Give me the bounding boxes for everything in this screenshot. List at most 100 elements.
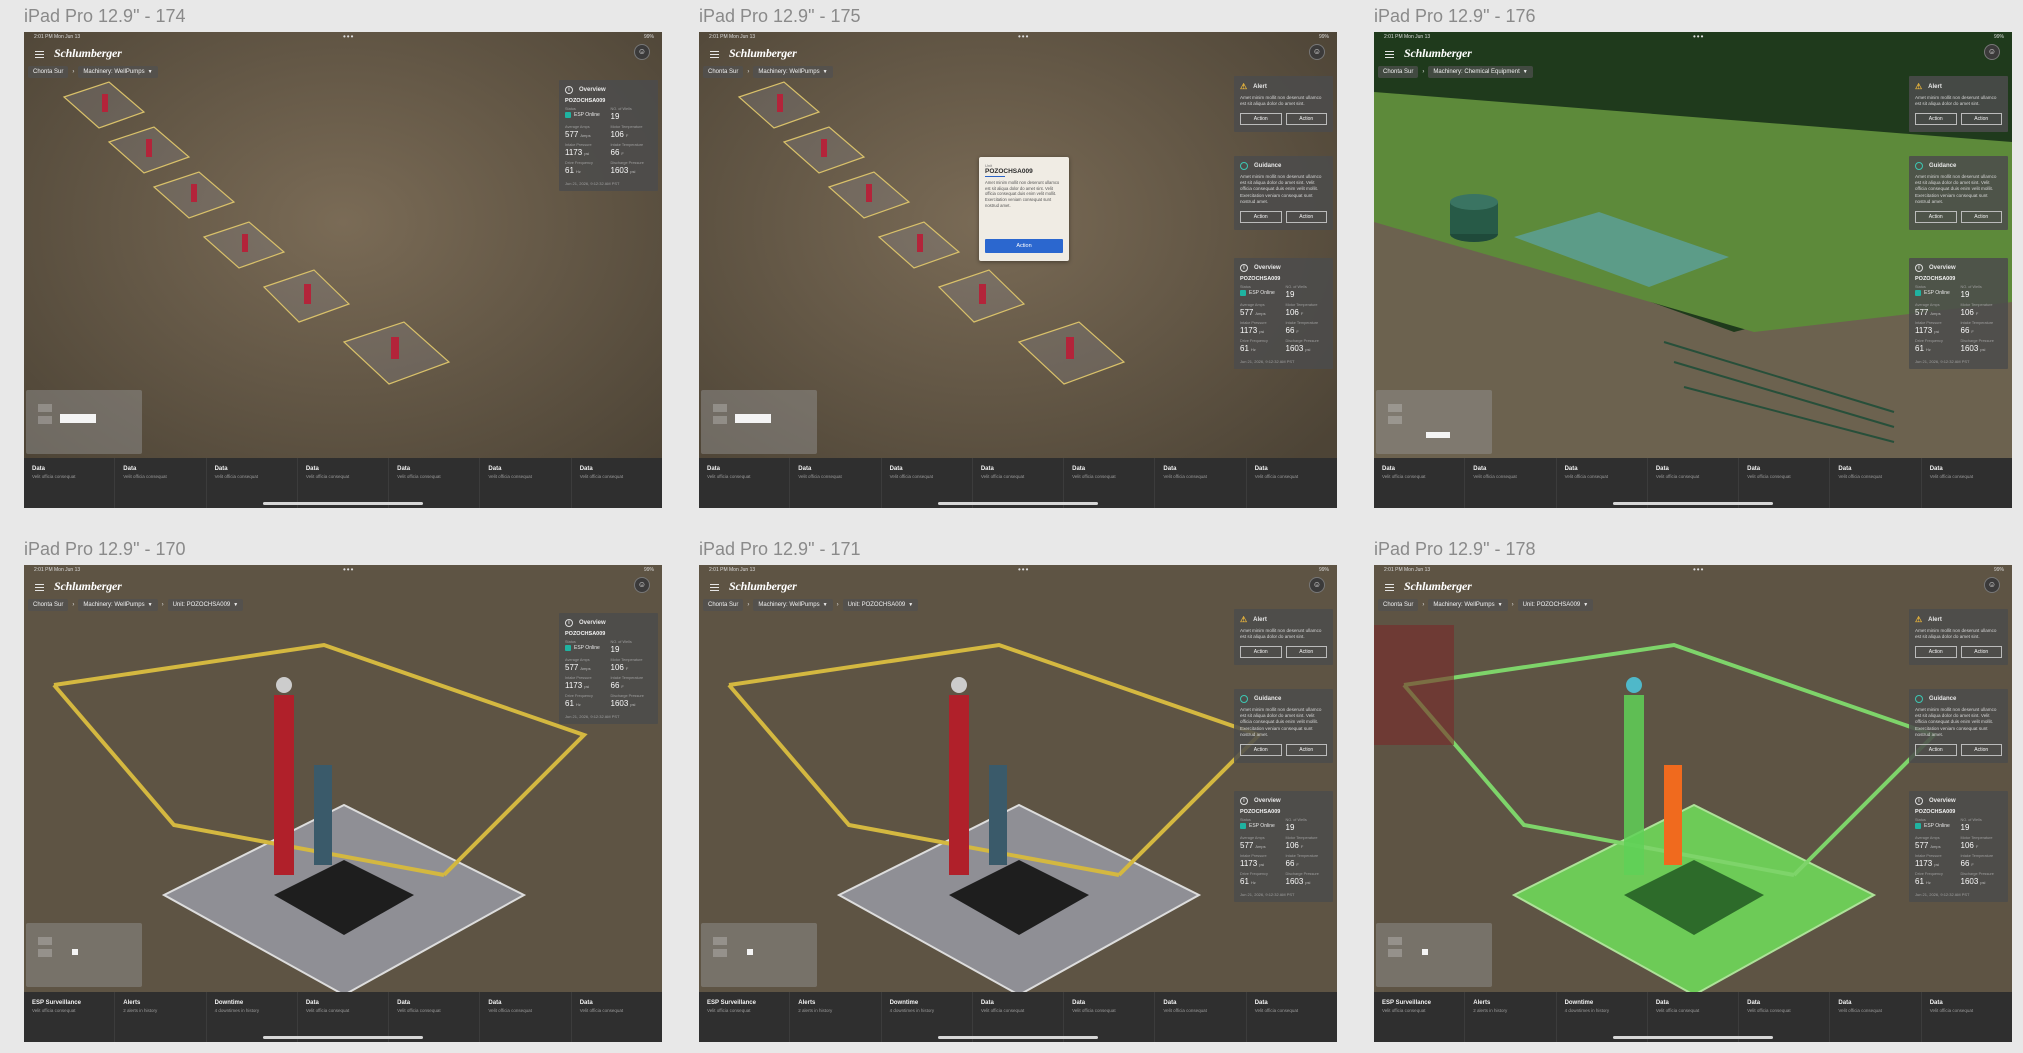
breadcrumb-site[interactable]: Chonta Sur	[1378, 66, 1419, 78]
data-tile[interactable]: Data Velit officia consequat	[572, 992, 662, 1042]
breadcrumb-machinery[interactable]: Machinery: WellPumps ▼	[78, 66, 158, 78]
data-tile[interactable]: Data Velit officia consequat	[790, 458, 882, 508]
data-tile[interactable]: Data Velit officia consequat	[115, 458, 207, 508]
data-tile[interactable]: Data Velit officia consequat	[1064, 992, 1156, 1042]
guidance-action-button[interactable]: Action	[1915, 210, 1957, 223]
alert-action-button[interactable]: Action	[1960, 646, 2002, 659]
guidance-action-button[interactable]: Action	[1285, 743, 1327, 756]
account-icon[interactable]: ☺	[1984, 577, 2000, 593]
data-tile[interactable]: Data Velit officia consequat	[480, 992, 572, 1042]
hamburger-menu-icon[interactable]	[1385, 584, 1394, 591]
guidance-action-button[interactable]: Action	[1915, 743, 1957, 756]
data-tile[interactable]: Data Velit officia consequat	[699, 458, 791, 508]
breadcrumb-machinery[interactable]: Machinery: Chemical Equipment ▼	[1428, 66, 1533, 78]
minimap[interactable]	[701, 923, 817, 987]
data-tile[interactable]: Data Velit officia consequat	[1155, 458, 1247, 508]
hamburger-menu-icon[interactable]	[1385, 51, 1394, 58]
hamburger-menu-icon[interactable]	[35, 584, 44, 591]
hamburger-menu-icon[interactable]	[710, 51, 719, 58]
popup-action-button[interactable]: Action	[985, 239, 1063, 253]
account-icon[interactable]: ☺	[634, 44, 650, 60]
downtime-tile[interactable]: Downtime 4 downtimes in history	[207, 992, 298, 1042]
account-icon[interactable]: ☺	[1309, 44, 1325, 60]
alert-action-button[interactable]: Action	[1285, 646, 1327, 659]
minimap[interactable]	[1376, 390, 1492, 454]
minimap[interactable]	[26, 923, 142, 987]
account-icon[interactable]: ☺	[1984, 44, 2000, 60]
esp-surveillance-tile[interactable]: ESP Surveillance Velit officia consequat	[24, 992, 116, 1042]
data-tile[interactable]: Data Velit officia consequat	[1247, 458, 1337, 508]
account-icon[interactable]: ☺	[634, 577, 650, 593]
data-tile[interactable]: Data Velit officia consequat	[1739, 992, 1831, 1042]
home-indicator[interactable]	[263, 1036, 423, 1039]
alerts-tile[interactable]: Alerts 2 alerts in history	[790, 992, 882, 1042]
guidance-action-button[interactable]: Action	[1240, 743, 1282, 756]
data-tile[interactable]: Data Velit officia consequat	[1922, 458, 2012, 508]
data-tile[interactable]: Data Velit officia consequat	[389, 458, 481, 508]
home-indicator[interactable]	[1613, 1036, 1773, 1039]
downtime-tile[interactable]: Downtime 4 downtimes in history	[1557, 992, 1648, 1042]
alerts-tile[interactable]: Alerts 2 alerts in history	[1465, 992, 1557, 1042]
data-tile[interactable]: Data Velit officia consequat	[1247, 992, 1337, 1042]
breadcrumb-site[interactable]: Chonta Sur	[703, 66, 744, 78]
alert-action-button[interactable]: Action	[1915, 646, 1957, 659]
guidance-icon	[1915, 695, 1923, 703]
data-tile[interactable]: Data Velit officia consequat	[1739, 458, 1831, 508]
breadcrumb-unit[interactable]: Unit: POZOCHSA009 ▼	[167, 599, 244, 611]
data-tile[interactable]: Data Velit officia consequat	[207, 458, 298, 508]
esp-surveillance-tile[interactable]: ESP Surveillance Velit officia consequat	[699, 992, 791, 1042]
data-tile[interactable]: Data Velit officia consequat	[298, 458, 390, 508]
data-tile[interactable]: Data Velit officia consequat	[480, 458, 572, 508]
guidance-action-button[interactable]: Action	[1960, 743, 2002, 756]
minimap[interactable]	[1376, 923, 1492, 987]
data-tile[interactable]: Data Velit officia consequat	[1648, 458, 1740, 508]
data-tile[interactable]: Data Velit officia consequat	[298, 992, 390, 1042]
account-icon[interactable]: ☺	[1309, 577, 1325, 593]
data-tile[interactable]: Data Velit officia consequat	[1648, 992, 1740, 1042]
breadcrumb-unit[interactable]: Unit: POZOCHSA009 ▼	[842, 599, 919, 611]
data-tile[interactable]: Data Velit officia consequat	[24, 458, 116, 508]
alert-action-button[interactable]: Action	[1960, 113, 2002, 126]
breadcrumb-machinery[interactable]: Machinery: WellPumps ▼	[78, 599, 158, 611]
data-tile[interactable]: Data Velit officia consequat	[1922, 992, 2012, 1042]
home-indicator[interactable]	[263, 502, 423, 505]
breadcrumb-site[interactable]: Chonta Sur	[703, 599, 744, 611]
data-tile[interactable]: Data Velit officia consequat	[973, 458, 1065, 508]
home-indicator[interactable]	[938, 502, 1098, 505]
data-tile[interactable]: Data Velit officia consequat	[1374, 458, 1466, 508]
data-tile[interactable]: Data Velit officia consequat	[1830, 458, 1922, 508]
guidance-action-button[interactable]: Action	[1285, 210, 1327, 223]
breadcrumb-site[interactable]: Chonta Sur	[28, 599, 69, 611]
breadcrumb-unit[interactable]: Unit: POZOCHSA009 ▼	[1517, 599, 1594, 611]
data-tile[interactable]: Data Velit officia consequat	[389, 992, 481, 1042]
guidance-panel: Guidance Amet minim mollit non deserunt …	[1909, 689, 2008, 763]
alert-action-button[interactable]: Action	[1240, 646, 1282, 659]
data-tile[interactable]: Data Velit officia consequat	[1155, 992, 1247, 1042]
home-indicator[interactable]	[1613, 502, 1773, 505]
breadcrumb-machinery[interactable]: Machinery: WellPumps ▼	[753, 599, 833, 611]
data-tile[interactable]: Data Velit officia consequat	[973, 992, 1065, 1042]
alerts-tile[interactable]: Alerts 2 alerts in history	[115, 992, 207, 1042]
breadcrumb-site[interactable]: Chonta Sur	[28, 66, 69, 78]
esp-surveillance-tile[interactable]: ESP Surveillance Velit officia consequat	[1374, 992, 1466, 1042]
guidance-action-button[interactable]: Action	[1240, 210, 1282, 223]
data-tile[interactable]: Data Velit officia consequat	[1465, 458, 1557, 508]
data-tile[interactable]: Data Velit officia consequat	[1830, 992, 1922, 1042]
hamburger-menu-icon[interactable]	[35, 51, 44, 58]
data-tile[interactable]: Data Velit officia consequat	[572, 458, 662, 508]
breadcrumb-machinery[interactable]: Machinery: WellPumps ▼	[1428, 599, 1508, 611]
minimap[interactable]	[26, 390, 142, 454]
hamburger-menu-icon[interactable]	[710, 584, 719, 591]
alert-action-button[interactable]: Action	[1915, 113, 1957, 126]
breadcrumb-site[interactable]: Chonta Sur	[1378, 599, 1419, 611]
breadcrumb-machinery[interactable]: Machinery: WellPumps ▼	[753, 66, 833, 78]
downtime-tile[interactable]: Downtime 4 downtimes in history	[882, 992, 973, 1042]
data-tile[interactable]: Data Velit officia consequat	[882, 458, 973, 508]
home-indicator[interactable]	[938, 1036, 1098, 1039]
minimap[interactable]	[701, 390, 817, 454]
guidance-action-button[interactable]: Action	[1960, 210, 2002, 223]
alert-action-button[interactable]: Action	[1285, 113, 1327, 126]
data-tile[interactable]: Data Velit officia consequat	[1557, 458, 1648, 508]
alert-action-button[interactable]: Action	[1240, 113, 1282, 126]
data-tile[interactable]: Data Velit officia consequat	[1064, 458, 1156, 508]
